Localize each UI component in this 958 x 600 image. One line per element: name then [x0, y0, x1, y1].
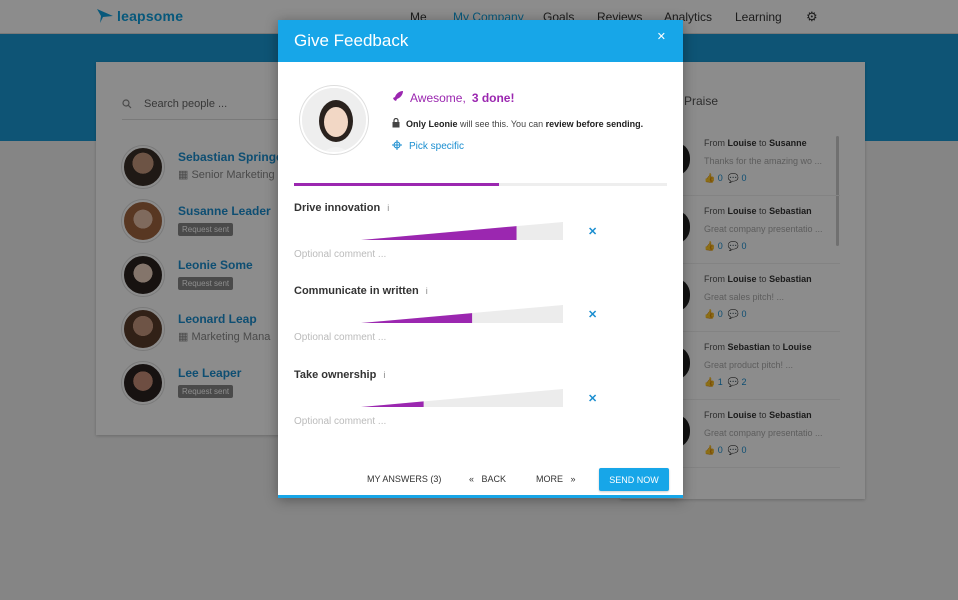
- question-row: Communicate in written i ✕: [294, 285, 667, 355]
- comment-input[interactable]: [294, 332, 574, 343]
- awesome-count: 3 done!: [471, 90, 515, 105]
- clear-rating-icon[interactable]: ✕: [588, 308, 597, 321]
- clear-rating-icon[interactable]: ✕: [588, 392, 597, 405]
- rating-slider[interactable]: [361, 222, 563, 240]
- my-answers-button[interactable]: MY ANSWERS (3): [367, 474, 441, 484]
- more-button[interactable]: MORE »: [536, 474, 576, 484]
- close-icon[interactable]: ✕: [657, 30, 666, 43]
- awesome-prefix: Awesome,: [410, 90, 466, 105]
- clear-rating-icon[interactable]: ✕: [588, 225, 597, 238]
- modal-header: Give Feedback ✕: [278, 20, 683, 62]
- rating-slider[interactable]: [361, 305, 563, 323]
- modal-title: Give Feedback: [294, 31, 409, 50]
- comment-input[interactable]: [294, 416, 574, 427]
- question-row: Drive innovation i ✕: [294, 202, 667, 272]
- crosshair-icon: [392, 140, 402, 153]
- lock-icon: [392, 117, 400, 130]
- person-photo-icon: [302, 88, 366, 152]
- give-feedback-modal: Give Feedback ✕ Awesome, 3 done! Only Leo…: [278, 20, 683, 498]
- feedback-progress: [294, 183, 667, 186]
- info-icon[interactable]: i: [426, 286, 428, 296]
- send-now-button[interactable]: SEND NOW: [599, 468, 669, 491]
- slider-fill: [361, 401, 424, 407]
- question-label: Communicate in written i: [294, 285, 428, 297]
- privacy-note: Only Leonie will see this. You can revie…: [392, 117, 643, 130]
- question-label: Drive innovation i: [294, 202, 390, 214]
- comment-input[interactable]: [294, 249, 574, 260]
- slider-fill: [361, 313, 473, 323]
- slider-track[interactable]: [361, 389, 563, 407]
- progress-fill: [294, 183, 500, 186]
- info-icon[interactable]: i: [383, 370, 385, 380]
- double-chevron-left-icon: «: [469, 474, 475, 484]
- pick-specific-link[interactable]: Pick specific: [392, 140, 464, 153]
- question-label: Take ownership i: [294, 369, 386, 381]
- info-icon[interactable]: i: [387, 203, 389, 213]
- rocket-icon: [392, 90, 404, 105]
- modal-footer: MY ANSWERS (3) « BACK MORE » SEND NOW: [278, 468, 683, 492]
- rating-slider[interactable]: [361, 389, 563, 407]
- question-row: Take ownership i ✕: [294, 369, 667, 439]
- double-chevron-right-icon: »: [570, 474, 576, 484]
- completion-message: Awesome, 3 done!: [392, 90, 514, 105]
- slider-fill: [361, 226, 517, 240]
- back-button[interactable]: « BACK: [469, 474, 506, 484]
- recipient-avatar: [300, 86, 368, 154]
